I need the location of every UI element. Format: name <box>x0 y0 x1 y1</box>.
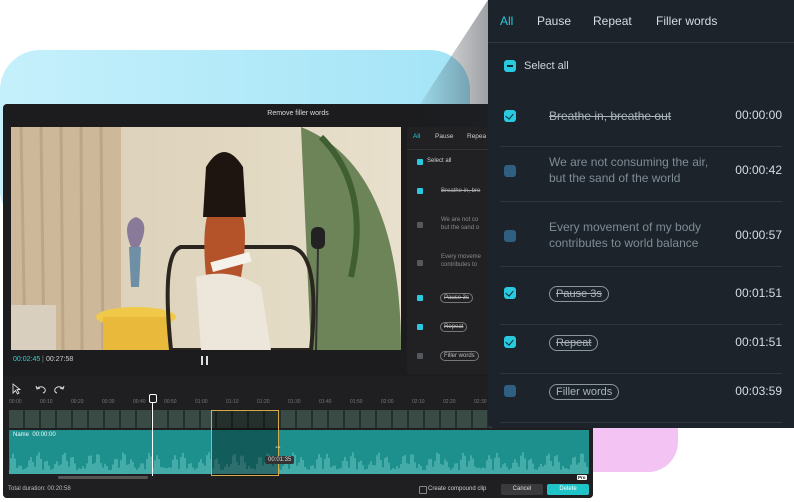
ruler-tick: 00:30 <box>102 399 115 405</box>
ruler-tick: 00:50 <box>164 399 177 405</box>
tab-filler-words[interactable]: Filler words <box>656 14 717 28</box>
ruler-tick: 01:30 <box>288 399 301 405</box>
video-preview[interactable] <box>11 127 401 350</box>
list-item[interactable]: Breathe in, breathe out 00:00:00 <box>500 90 782 147</box>
time-separator: | <box>42 356 44 363</box>
pause-icon[interactable] <box>201 356 209 365</box>
playback-controls: 00:02:45 | 00:27:58 <box>11 352 401 372</box>
row-checkbox[interactable] <box>504 110 516 122</box>
row-pill: Pause 3s <box>549 286 609 302</box>
mini-tab-all[interactable]: All <box>413 133 420 140</box>
ruler-tick: 01:20 <box>257 399 270 405</box>
row-time: 00:00:57 <box>735 228 782 242</box>
ruler-tick: 02:30 <box>474 399 487 405</box>
timeline-scrollbar[interactable] <box>58 476 148 479</box>
mini-row-text: Breathe in, bre <box>441 188 481 194</box>
redo-icon[interactable] <box>54 385 65 394</box>
row-checkbox[interactable] <box>504 336 516 348</box>
mini-tab-repeat[interactable]: Repea <box>467 133 486 140</box>
row-time: 00:00:42 <box>735 163 782 177</box>
total-duration: Total duration: 00:20:58 <box>8 486 71 492</box>
list-item[interactable]: Every movement of my body contributes to … <box>500 210 782 267</box>
delete-button[interactable]: Delete <box>547 484 589 495</box>
mini-row-checkbox[interactable] <box>417 260 423 266</box>
row-pill: Filler words <box>549 384 620 400</box>
row-checkbox[interactable] <box>504 385 516 397</box>
ruler-tick: 01:50 <box>350 399 363 405</box>
row-time: 00:00:00 <box>735 108 782 122</box>
row-checkbox[interactable] <box>504 165 516 177</box>
playhead[interactable] <box>152 396 153 476</box>
ruler-tick: 00:20 <box>71 399 84 405</box>
ruler-tick: 00:10 <box>40 399 53 405</box>
mini-row-pill: Pause 3s <box>440 293 474 303</box>
audio-waveform <box>9 452 588 474</box>
list-item[interactable]: Filler words 00:03:59 <box>500 366 782 423</box>
ruler-tick: 01:10 <box>226 399 239 405</box>
total-time: 00:27:58 <box>46 356 74 363</box>
ruler-tick: 01:00 <box>195 399 208 405</box>
select-all-checkbox[interactable] <box>504 60 516 72</box>
filler-words-panel: All Pause Repeat Filler words Select all… <box>488 0 794 428</box>
pro-badge: Pro <box>577 475 587 480</box>
editor-footer: Total duration: 00:20:58 Create compound… <box>3 475 593 498</box>
mini-select-all-checkbox[interactable] <box>417 159 423 165</box>
trim-handle-icon[interactable]: ⇔ <box>274 442 284 452</box>
row-checkbox[interactable] <box>504 287 516 299</box>
mini-row-checkbox[interactable] <box>417 295 423 301</box>
audio-track-label: Name 00:00:00 <box>13 432 56 438</box>
mini-row-checkbox[interactable] <box>417 188 423 194</box>
ruler-tick: 00:40 <box>133 399 146 405</box>
undo-icon[interactable] <box>35 385 46 394</box>
list-item[interactable]: We are not consuming the air, but the san… <box>500 145 782 202</box>
cursor-icon[interactable] <box>12 383 22 395</box>
mini-select-all-label: Select all <box>427 158 452 164</box>
timeline-tools <box>11 382 91 395</box>
compound-clip-checkbox[interactable] <box>419 486 427 494</box>
mini-row-checkbox[interactable] <box>417 222 423 228</box>
row-text: Every movement of my body contributes to … <box>549 220 702 250</box>
ruler-tick: 01:40 <box>319 399 332 405</box>
compound-clip-label: Create compound clip <box>428 486 487 492</box>
waveform-bars <box>9 452 588 474</box>
mini-row-checkbox[interactable] <box>417 353 423 359</box>
tab-repeat[interactable]: Repeat <box>593 14 632 28</box>
row-checkbox[interactable] <box>504 230 516 242</box>
ruler-tick: 02:10 <box>412 399 425 405</box>
cancel-button[interactable]: Cancel <box>501 484 543 495</box>
mini-row-text: Every moveme contributes to <box>441 254 482 268</box>
select-all-label: Select all <box>524 60 569 72</box>
mini-row-text: We are not co but the sand o <box>441 217 480 231</box>
category-tabs: All Pause Repeat Filler words <box>488 0 794 43</box>
selected-filler-region[interactable] <box>211 410 279 476</box>
row-text: Breathe in, breathe out <box>549 109 672 123</box>
row-time: 00:01:51 <box>735 286 782 300</box>
select-all[interactable]: Select all <box>504 59 704 75</box>
drag-time-tooltip: 00:01:35 <box>265 456 295 464</box>
video-frame-illustration <box>11 127 401 350</box>
row-pill: Repeat <box>549 335 599 351</box>
current-time: 00:02:45 <box>13 356 41 363</box>
tab-pause[interactable]: Pause <box>537 14 571 28</box>
row-time: 00:01:51 <box>735 335 782 349</box>
row-time: 00:03:59 <box>735 384 782 398</box>
mini-tab-pause[interactable]: Pause <box>435 133 453 140</box>
ruler-tick: 02:20 <box>443 399 456 405</box>
audio-track[interactable]: Name 00:00:00 <box>9 430 589 474</box>
playhead-handle[interactable] <box>149 394 157 403</box>
ruler-tick: 02:00 <box>381 399 394 405</box>
mini-row-pill: Filler words <box>440 351 479 361</box>
mini-row-pill: Repeat <box>440 322 468 332</box>
mini-row-checkbox[interactable] <box>417 324 423 330</box>
row-text: We are not consuming the air, but the san… <box>549 155 709 185</box>
ruler-tick: 00:00 <box>9 399 22 405</box>
tab-all[interactable]: All <box>500 14 513 28</box>
